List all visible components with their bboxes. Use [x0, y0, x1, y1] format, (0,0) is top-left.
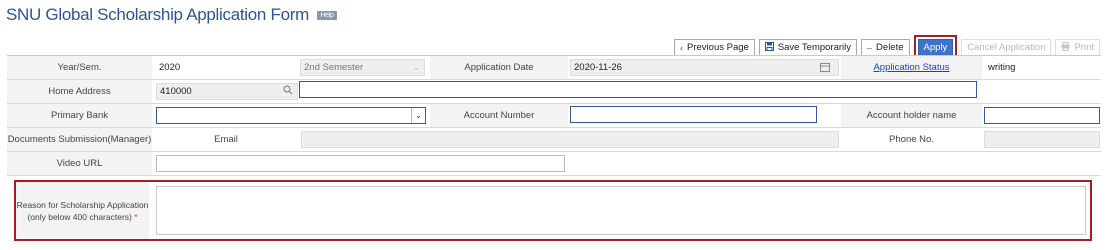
semester-select[interactable]: 2nd Semester ⌄	[300, 59, 425, 76]
reason-textarea[interactable]	[156, 186, 1086, 235]
reason-highlight: Reason for Scholarship Application (only…	[14, 180, 1092, 241]
application-status-cell: Application Status	[841, 56, 982, 79]
minus-icon: –	[867, 42, 873, 53]
calendar-icon[interactable]	[820, 62, 830, 75]
video-url-label: Video URL	[7, 152, 152, 175]
reason-label-line2: (only below 400 characters)	[27, 211, 132, 222]
apply-button[interactable]: Apply	[917, 39, 954, 56]
search-icon[interactable]	[283, 85, 293, 98]
save-temporarily-label: Save Temporarily	[777, 42, 852, 53]
reason-label: Reason for Scholarship Application (only…	[16, 182, 149, 239]
reason-label-line2-wrap: (only below 400 characters) *	[27, 211, 137, 223]
application-date-field[interactable]: 2020-11-26	[570, 59, 839, 76]
row-video-url: Video URL	[7, 152, 1101, 176]
chevron-down-icon: ⌄	[411, 108, 425, 123]
semester-value: 2nd Semester	[304, 62, 364, 73]
application-date-label: Application Date	[430, 56, 568, 79]
address-field[interactable]	[299, 81, 977, 98]
apply-label: Apply	[923, 42, 948, 53]
delete-label: Delete	[876, 42, 904, 53]
previous-page-button[interactable]: ‹ Previous Page	[674, 39, 755, 56]
delete-button[interactable]: – Delete	[861, 39, 910, 56]
account-holder-label: Account holder name	[841, 104, 982, 127]
video-url-field[interactable]	[156, 155, 565, 172]
account-holder-field[interactable]	[984, 107, 1100, 124]
cancel-application-button[interactable]: Cancel Application	[961, 39, 1052, 56]
row-bank: Primary Bank ⌄ Account Number Account ho…	[7, 104, 1101, 128]
row-home-address: Home Address 410000	[7, 80, 1101, 104]
chevron-left-icon: ‹	[680, 42, 684, 53]
print-button[interactable]: Print	[1055, 39, 1100, 56]
account-number-label: Account Number	[430, 104, 568, 127]
required-mark: *	[134, 211, 138, 222]
page-title: SNU Global Scholarship Application Form …	[6, 5, 337, 25]
postal-code-field[interactable]: 410000	[156, 83, 298, 100]
application-status-value: writing	[988, 62, 1016, 73]
reason-label-line1: Reason for Scholarship Application	[16, 199, 149, 210]
application-date-value: 2020-11-26	[574, 62, 622, 73]
save-temporarily-button[interactable]: Save Temporarily	[758, 39, 858, 56]
primary-bank-label: Primary Bank	[7, 104, 152, 127]
row-year-sem: Year/Sem. 2020 2nd Semester ⌄ Applicatio…	[7, 56, 1101, 80]
print-label: Print	[1074, 42, 1094, 53]
page-title-text: SNU Global Scholarship Application Form	[6, 5, 309, 24]
home-address-label: Home Address	[7, 80, 152, 103]
email-field	[301, 131, 839, 148]
phone-label: Phone No.	[841, 128, 982, 151]
documents-submission-label: Documents Submission(Manager)	[7, 128, 152, 151]
save-icon	[764, 42, 774, 53]
printer-icon	[1061, 42, 1070, 53]
primary-bank-select[interactable]: ⌄	[156, 107, 426, 124]
year-value: 2020	[159, 62, 181, 73]
phone-field	[984, 131, 1100, 148]
application-form: Year/Sem. 2020 2nd Semester ⌄ Applicatio…	[7, 55, 1101, 176]
account-number-field[interactable]	[570, 106, 817, 123]
year-sem-label: Year/Sem.	[7, 56, 152, 79]
postal-code-value: 410000	[160, 86, 192, 97]
cancel-application-label: Cancel Application	[967, 42, 1046, 53]
row-documents: Documents Submission(Manager) Email Phon…	[7, 128, 1101, 152]
previous-page-label: Previous Page	[687, 42, 749, 53]
chevron-down-icon: ⌄	[413, 64, 419, 72]
email-label: Email	[156, 128, 296, 151]
help-badge[interactable]: Help	[317, 11, 337, 20]
application-status-link[interactable]: Application Status	[873, 62, 949, 73]
